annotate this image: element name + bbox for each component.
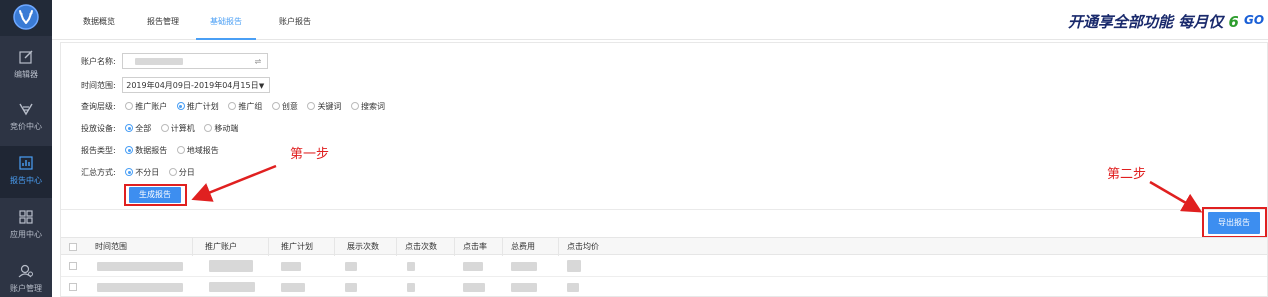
annotation-arrows [191, 164, 1203, 213]
step1-arrow [191, 164, 277, 202]
step2-arrow [1149, 180, 1203, 213]
